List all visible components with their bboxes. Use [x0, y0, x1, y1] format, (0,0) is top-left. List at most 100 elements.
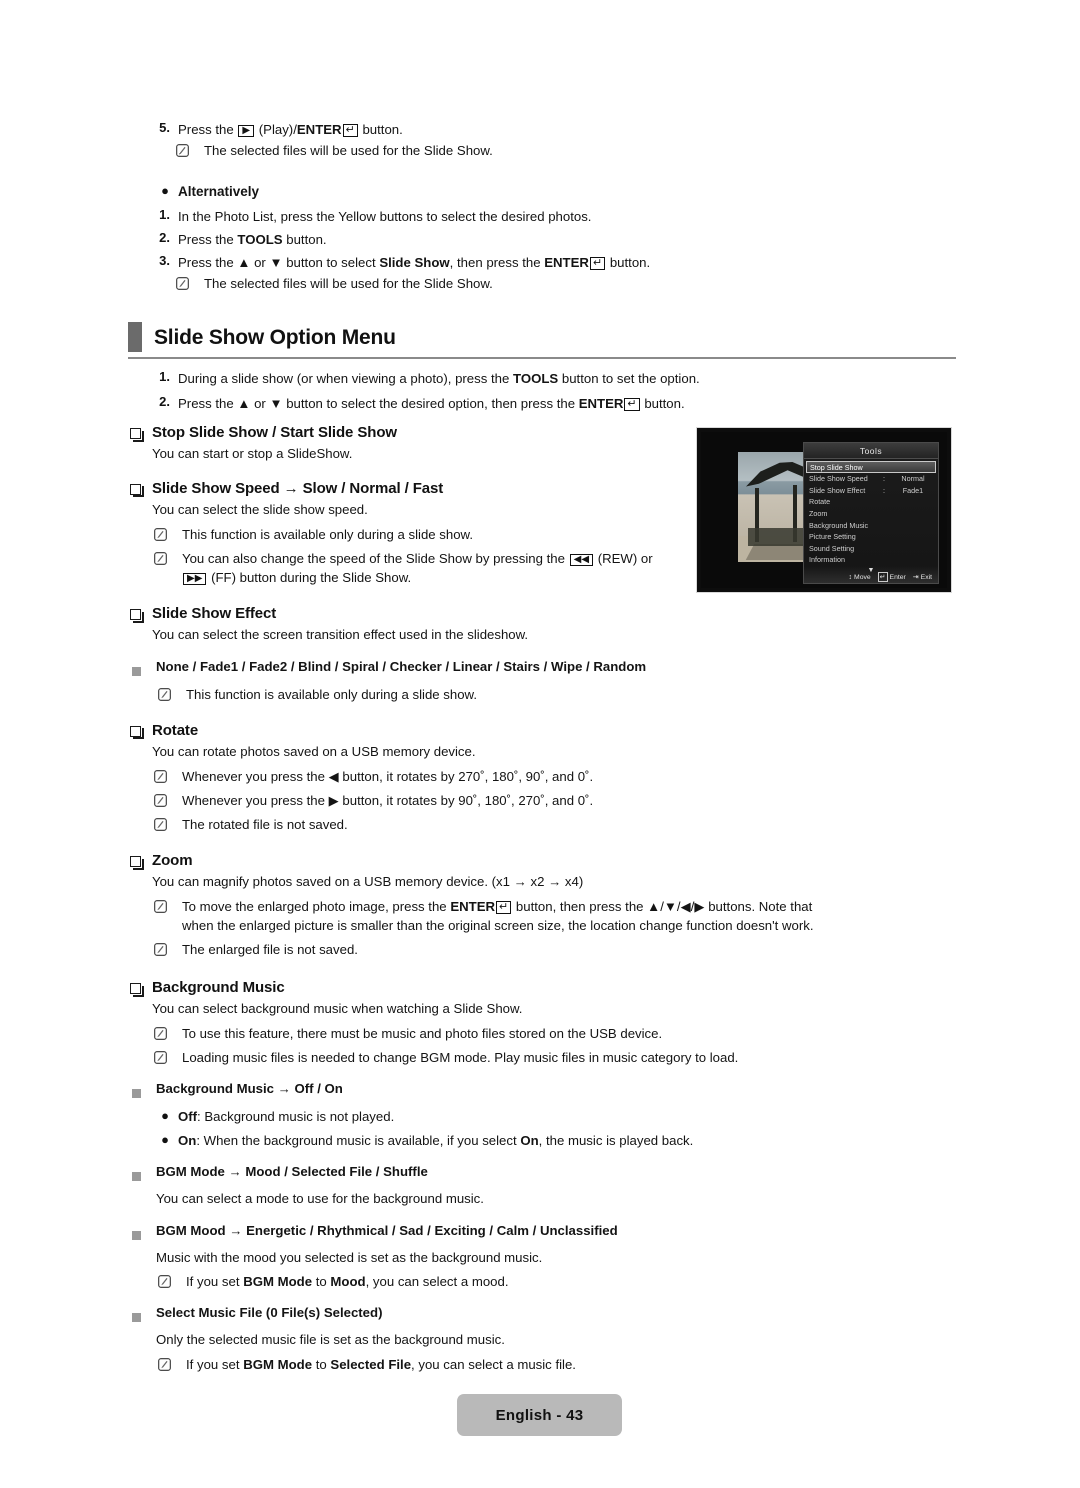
step-text: Press the ▶ (Play)/ENTER ↵ button. — [178, 120, 912, 139]
menu-item-label: Picture Setting — [809, 532, 856, 542]
enter-return-icon: ↵ — [342, 124, 358, 137]
on-keyword: On — [178, 1132, 197, 1148]
menu-item-label: Background Music — [809, 520, 869, 530]
list-item: ● Off: Background music is not played. — [156, 1107, 830, 1126]
note-text: If you set BGM Mode to Selected File, yo… — [186, 1355, 830, 1374]
page-title: Slide Show Option Menu — [154, 326, 396, 349]
step-number: 5. — [159, 120, 170, 135]
tools-menu-item-picture-setting[interactable]: Picture Setting — [804, 531, 938, 543]
text-post: button. — [286, 231, 327, 247]
alternatively-bullet-row: ● Alternatively — [152, 182, 912, 202]
enter-keyword: ENTER — [578, 396, 624, 412]
menu-item-value: Normal — [901, 474, 925, 484]
list-item: ● On: When the background music is avail… — [156, 1131, 830, 1150]
text-post: , you can select a mood. — [365, 1274, 509, 1290]
exit-icon: ⇥ — [912, 574, 919, 581]
text-post: , the music is played back. — [538, 1132, 694, 1148]
note-icon — [152, 549, 182, 587]
note-text: Whenever you press the ◀ button, it rota… — [182, 768, 594, 784]
topic-slide-show-effect: Slide Show Effect — [130, 605, 830, 623]
subtopic-heading: BGM Mode → Mood / Selected File / Shuffl… — [156, 1163, 428, 1179]
step-number: 3. — [159, 253, 170, 269]
text-mid: , then press the — [449, 255, 541, 271]
top-steps-block: 5. Press the ▶ (Play)/ENTER ↵ button. The… — [152, 120, 912, 293]
note-icon — [174, 274, 204, 293]
topic-heading: Slide Show Effect — [152, 605, 277, 623]
tools-menu-item-slide-show-effect[interactable]: Slide Show Effect : Fade1 — [804, 485, 938, 497]
section-heading-block: Slide Show Option Menu — [128, 322, 956, 359]
page-number-label: English - 43 — [495, 1406, 584, 1424]
note-icon — [152, 940, 182, 959]
enter-return-icon: ↵ — [496, 900, 512, 914]
bullet-dot: ● — [161, 1131, 169, 1147]
subtopic-heading: None / Fade1 / Fade2 / Blind / Spiral / … — [156, 658, 647, 674]
square-bullet-icon — [130, 605, 152, 623]
subtopic-bgm-mode: BGM Mode → Mood / Selected File / Shuffl… — [130, 1164, 830, 1186]
topic-heading: Rotate — [152, 721, 199, 739]
gray-square-bullet-icon — [130, 1305, 156, 1327]
tools-menu-item-rotate[interactable]: Rotate — [804, 496, 938, 508]
bgm-mode-keyword: BGM Mode — [243, 1274, 313, 1290]
enter-return-icon: ↵ — [589, 257, 606, 271]
gray-square-bullet-icon — [130, 659, 156, 681]
text-pre: You can also change the speed of the Sli… — [182, 550, 565, 566]
topic-paragraph: You can magnify photos saved on a USB me… — [152, 874, 584, 890]
note-icon — [152, 897, 182, 935]
topic-paragraph: You can select the screen transition eff… — [152, 627, 529, 643]
tools-menu-item-stop-slide-show[interactable]: Stop Slide Show — [806, 461, 936, 473]
topic-zoom: Zoom — [130, 852, 830, 870]
note-icon — [174, 141, 204, 160]
step-text: Press the ▲ or ▼ button to select the de… — [178, 394, 942, 413]
step5-mid: (Play)/ — [258, 122, 297, 137]
square-bullet-icon — [130, 852, 152, 870]
rew-icon: ◀◀ — [569, 553, 594, 566]
menu-item-label: Information — [809, 555, 845, 565]
text-pre: If you set — [186, 1274, 240, 1290]
note-row: If you set BGM Mode to Mood, you can sel… — [156, 1272, 830, 1291]
slide-show-keyword: Slide Show — [379, 255, 450, 271]
step-number: 1. — [159, 206, 170, 222]
tv-screen: Tools Stop Slide Show Slide Show Speed :… — [701, 432, 947, 588]
menu-item-label: Zoom — [809, 509, 828, 519]
subtopic-heading: Background Music → Off / On — [156, 1081, 343, 1097]
step5-pre: Press the — [178, 122, 234, 137]
note-text: This function is available only during a… — [186, 686, 478, 702]
move-hint: ↕ Move — [849, 574, 871, 581]
bullet-dot: ● — [161, 1108, 169, 1124]
topic-heading: Stop Slide Show / Start Slide Show — [152, 424, 397, 441]
mood-keyword: Mood — [330, 1274, 366, 1290]
topic-paragraph: You can rotate photos saved on a USB mem… — [152, 743, 476, 759]
topic-paragraph: You can select background music when wat… — [152, 1001, 523, 1017]
subtopic-heading: BGM Mood → Energetic / Rhythmical / Sad … — [156, 1222, 618, 1238]
menu-item-label: Sound Setting — [809, 543, 855, 553]
updown-arrow-icon: ↕ — [848, 573, 853, 581]
note-row: To use this feature, there must be music… — [152, 1024, 830, 1043]
tools-menu-list: Stop Slide Show Slide Show Speed : Norma… — [804, 459, 938, 566]
text-pre: If you set — [186, 1357, 240, 1373]
tools-menu-item-zoom[interactable]: Zoom — [804, 508, 938, 520]
subtopic-bgm-mood: BGM Mood → Energetic / Rhythmical / Sad … — [130, 1223, 830, 1245]
step-number: 2. — [159, 229, 170, 245]
text-pre: Press the ▲ or ▼ button to select the de… — [178, 396, 576, 412]
step-text: In the Photo List, press the Yellow butt… — [178, 208, 592, 224]
text-post: , you can select a music file. — [411, 1357, 576, 1373]
tools-keyword: TOOLS — [513, 371, 559, 386]
note-row: Whenever you press the ▶ button, it rota… — [152, 791, 830, 810]
tools-menu-item-information[interactable]: Information — [804, 554, 938, 566]
note-text: Whenever you press the ▶ button, it rota… — [182, 792, 594, 808]
note-text: To use this feature, there must be music… — [182, 1026, 663, 1042]
text-post: button. — [609, 255, 651, 271]
enter-keyword: ENTER — [450, 898, 496, 914]
note-text: If you set BGM Mode to Mood, you can sel… — [186, 1272, 830, 1291]
tools-menu-item-background-music[interactable]: Background Music — [804, 519, 938, 531]
note-icon — [152, 525, 182, 544]
square-bullet-icon — [130, 979, 152, 997]
tools-menu-item-slide-show-speed[interactable]: Slide Show Speed : Normal — [804, 473, 938, 485]
on-keyword-2: On — [520, 1132, 539, 1148]
subtopic-effect-options: None / Fade1 / Fade2 / Blind / Spiral / … — [130, 659, 830, 681]
tools-menu-item-sound-setting[interactable]: Sound Setting — [804, 543, 938, 555]
subtopic-paragraph: Music with the mood you selected is set … — [156, 1249, 543, 1265]
enter-return-icon: ↵ — [877, 572, 888, 582]
text-mid: : When the background music is available… — [196, 1132, 521, 1148]
menu-item-value: Fade1 — [902, 485, 924, 495]
